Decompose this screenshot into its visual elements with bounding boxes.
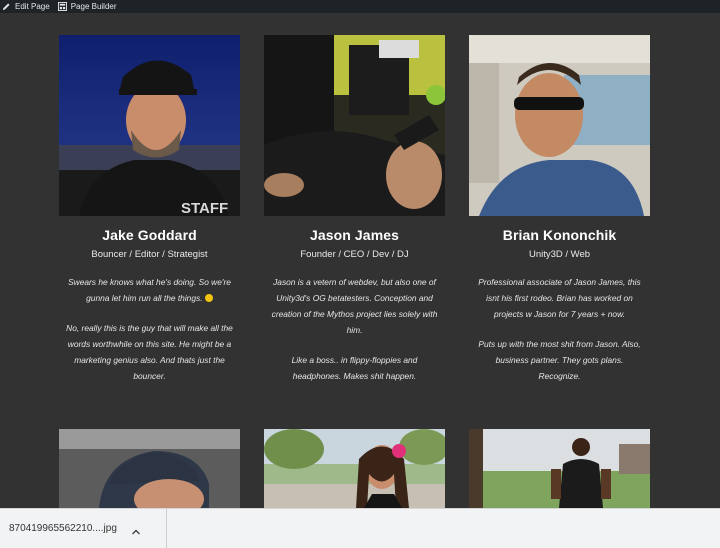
team-card-row2-3 <box>469 429 650 508</box>
page-builder-icon <box>57 2 67 11</box>
download-bar: 870419965562210....jpg <box>0 508 720 548</box>
bio-paragraph: Swears he knows what he's doing. So we'r… <box>68 277 231 303</box>
bio-paragraph: No, really this is the guy that will mak… <box>66 323 233 381</box>
member-name: Jason James <box>309 227 400 243</box>
jason-james-photo <box>264 35 445 216</box>
edit-page-link[interactable]: Edit Page <box>2 2 50 11</box>
team-card-jake: STAFF Jake Goddard Bouncer / Editor / St… <box>59 35 240 398</box>
smiley-icon <box>204 294 213 302</box>
member-bio: Swears he knows what he's doing. So we'r… <box>59 274 240 384</box>
member-bio: Professional associate of Jason James, t… <box>469 274 650 384</box>
chevron-up-icon[interactable] <box>131 524 141 534</box>
edit-page-label: Edit Page <box>15 2 50 11</box>
page-builder-label: Page Builder <box>70 2 117 11</box>
team-photo <box>59 429 240 508</box>
pencil-icon <box>2 2 11 11</box>
brian-kononchik-photo <box>469 35 650 216</box>
download-item[interactable]: 870419965562210....jpg <box>0 509 167 548</box>
bio-paragraph: Like a boss.. in flippy-floppies and hea… <box>291 355 418 381</box>
bio-paragraph: Jason is a vetern of webdev, but also on… <box>271 277 438 335</box>
page-builder-link[interactable]: Page Builder <box>57 2 117 11</box>
team-card-jason: Jason James Founder / CEO / Dev / DJ Jas… <box>264 35 445 398</box>
member-role: Bouncer / Editor / Strategist <box>91 249 208 260</box>
admin-bar: Edit Page Page Builder <box>0 0 720 13</box>
member-name: Brian Kononchik <box>502 227 617 243</box>
jake-goddard-photo: STAFF <box>59 35 240 216</box>
bio-paragraph: Professional associate of Jason James, t… <box>478 277 641 319</box>
bio-paragraph: Puts up with the most shit from Jason. A… <box>478 339 641 381</box>
team-card-row2-2 <box>264 429 445 508</box>
download-filename: 870419965562210....jpg <box>9 523 117 534</box>
team-card-brian: Brian Kononchik Unity3D / Web Profession… <box>469 35 650 398</box>
member-role: Founder / CEO / Dev / DJ <box>300 249 409 260</box>
member-role: Unity3D / Web <box>528 249 591 260</box>
member-name: Jake Goddard <box>102 227 197 243</box>
staff-shirt-text: STAFF <box>181 200 228 216</box>
team-photo <box>264 429 445 508</box>
team-card-row2-1 <box>59 429 240 508</box>
member-bio: Jason is a vetern of webdev, but also on… <box>264 274 445 384</box>
team-photo <box>469 429 650 508</box>
